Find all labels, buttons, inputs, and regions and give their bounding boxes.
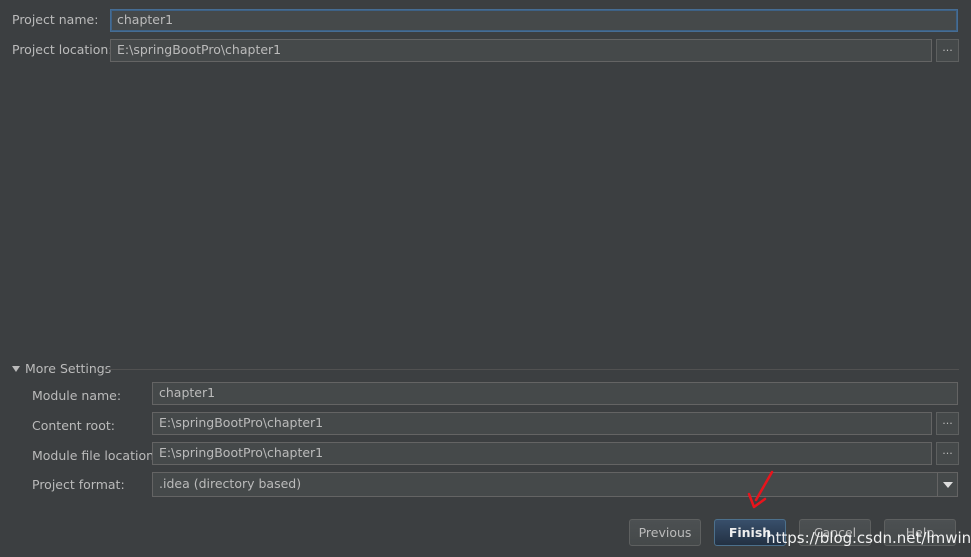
project-format-value: .idea (directory based) [159,476,302,491]
content-root-label: Content root: [32,418,115,433]
module-file-location-input[interactable]: E:\springBootPro\chapter1 [152,442,932,465]
project-format-select[interactable]: .idea (directory based) [152,472,958,497]
module-name-input[interactable]: chapter1 [152,382,958,405]
section-divider [104,369,959,370]
chevron-down-icon[interactable] [937,473,957,496]
module-file-location-browse-button[interactable]: ... [936,442,959,465]
project-format-label: Project format: [32,477,125,492]
module-name-label: Module name: [32,388,122,403]
project-name-input[interactable]: chapter1 [110,9,958,32]
module-file-location-label: Module file location: [32,448,159,463]
project-location-input[interactable]: E:\springBootPro\chapter1 [110,39,932,62]
previous-button[interactable]: Previous [629,519,701,546]
new-project-dialog: Project name: chapter1 Project location:… [0,0,971,557]
content-root-input[interactable]: E:\springBootPro\chapter1 [152,412,932,435]
project-location-label: Project location: [12,42,113,57]
more-settings-title: More Settings [25,361,112,376]
watermark-text: https://blog.csdn.net/lmwind [766,529,971,547]
project-name-label: Project name: [12,12,99,27]
annotation-arrow-icon [747,470,774,509]
expand-triangle-icon [12,365,20,372]
content-root-browse-button[interactable]: ... [936,412,959,435]
project-location-browse-button[interactable]: ... [936,39,959,62]
more-settings-toggle[interactable]: More Settings [12,361,111,376]
